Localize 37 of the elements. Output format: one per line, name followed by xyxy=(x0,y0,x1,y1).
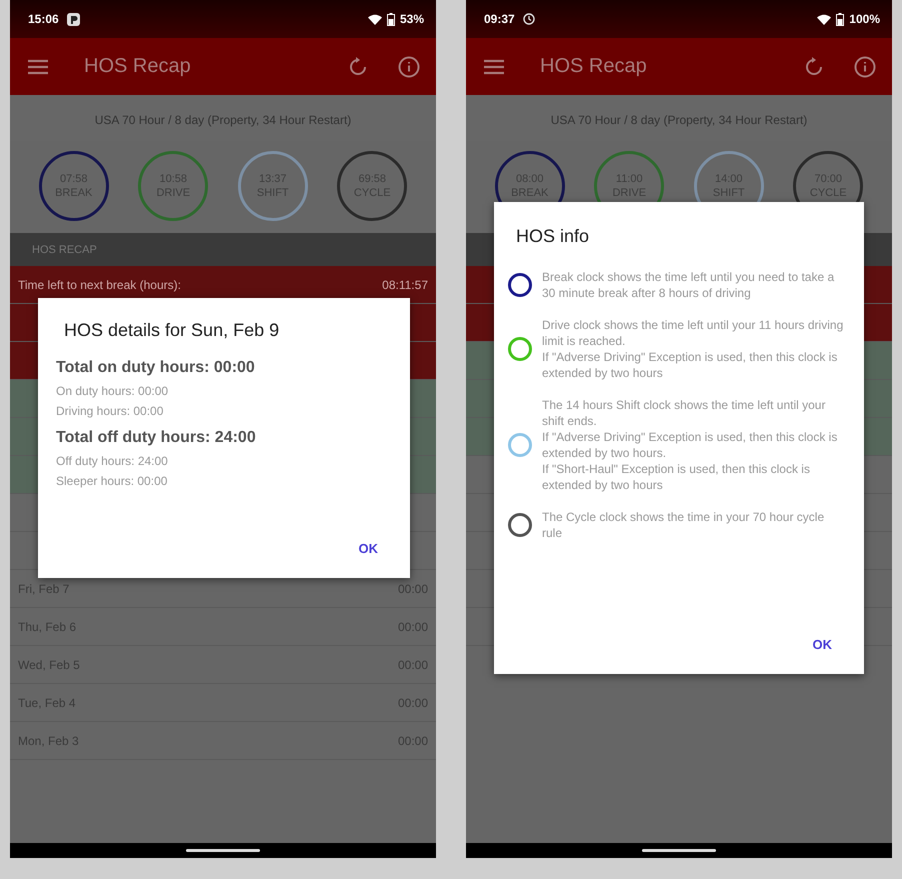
home-handle[interactable] xyxy=(642,849,716,852)
menu-icon[interactable] xyxy=(484,58,504,74)
total-heading: Total off duty hours: 24:00 xyxy=(56,429,257,447)
battery-level: 53% xyxy=(400,12,424,26)
app-title: HOS Recap xyxy=(84,55,192,78)
menu-icon[interactable] xyxy=(28,58,48,74)
status-time: 15:06 xyxy=(28,12,59,26)
dialog-title: HOS info xyxy=(516,226,590,247)
wifi-icon xyxy=(817,14,832,24)
app-icon xyxy=(66,12,80,26)
alarm-icon xyxy=(522,13,535,25)
battery-icon xyxy=(836,12,844,26)
hours-line: Off duty hours: 24:00 xyxy=(56,453,169,470)
hours-line: Driving hours: 00:00 xyxy=(56,403,164,420)
ok-button[interactable]: OK xyxy=(798,629,846,660)
refresh-icon[interactable] xyxy=(804,56,824,76)
dialog-title: HOS details for Sun, Feb 9 xyxy=(64,320,280,341)
row-value: 08:11:57 xyxy=(382,278,428,292)
clock-description: The Cycle clock shows the time in your 70 hour cycle rule xyxy=(542,509,826,541)
clock-description: Drive clock shows the time left until your 11 hours driving limit is reached. If "Adverse Driving" Exception is used, then this clock is extended by two hours xyxy=(542,317,844,381)
home-handle[interactable] xyxy=(186,849,260,852)
battery-level: 100% xyxy=(849,12,880,26)
hours-line: On duty hours: 00:00 xyxy=(56,383,170,400)
total-heading: Total on duty hours: 00:00 xyxy=(56,359,256,377)
row-label: Time left to next break (hours): xyxy=(18,278,181,292)
section-title: HOS RECAP xyxy=(32,244,97,256)
refresh-icon[interactable] xyxy=(348,56,368,76)
app-title: HOS Recap xyxy=(540,55,648,78)
hours-line: Sleeper hours: 00:00 xyxy=(56,473,168,490)
battery-icon xyxy=(386,12,395,26)
status-time: 09:37 xyxy=(484,12,515,26)
clock-description: The 14 hours Shift clock shows the time left until your shift ends. If "Adverse Driving" Exception is used, then this clock is extended by two hours. If "Short-Haul" Exception is used, then this clock is extended by two hours xyxy=(542,397,838,493)
info-icon[interactable] xyxy=(854,56,876,78)
clock-description: Break clock shows the time left until you need to take a 30 minute break after 8 hours of driving xyxy=(542,269,836,301)
wifi-icon xyxy=(368,14,382,24)
info-icon[interactable] xyxy=(398,56,420,78)
ok-button[interactable]: OK xyxy=(344,533,392,564)
